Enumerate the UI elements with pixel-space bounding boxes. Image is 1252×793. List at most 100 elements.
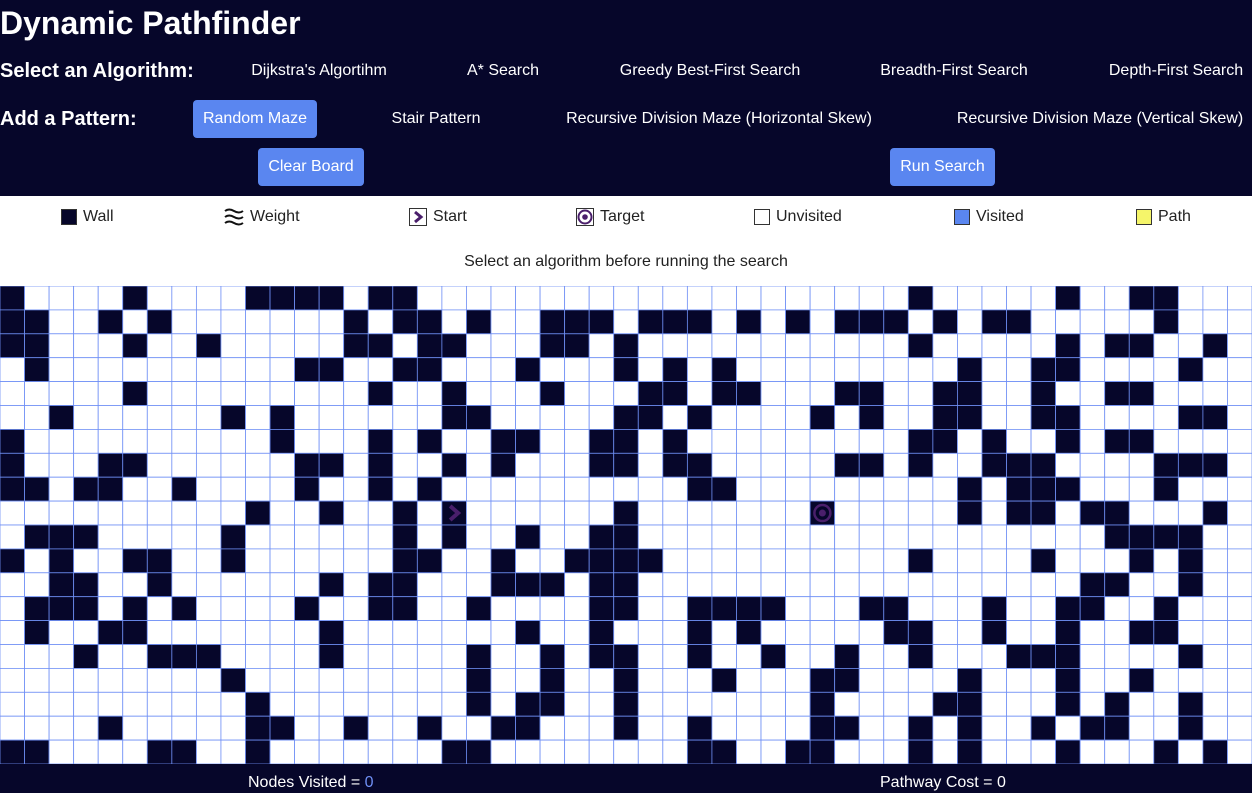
unvisited-cell[interactable] — [662, 572, 688, 598]
unvisited-cell[interactable] — [858, 500, 885, 526]
unvisited-cell[interactable] — [318, 524, 345, 550]
unvisited-cell[interactable] — [736, 357, 762, 382]
unvisited-cell[interactable] — [245, 428, 271, 454]
unvisited-cell[interactable] — [0, 596, 25, 622]
unvisited-cell[interactable] — [441, 357, 467, 382]
unvisited-cell[interactable] — [1227, 596, 1252, 622]
unvisited-cell[interactable] — [515, 476, 541, 502]
unvisited-cell[interactable] — [367, 524, 394, 550]
unvisited-cell[interactable] — [294, 572, 320, 598]
wall-cell[interactable] — [515, 524, 541, 550]
wall-cell[interactable] — [539, 667, 566, 693]
unvisited-cell[interactable] — [564, 381, 590, 406]
wall-cell[interactable] — [686, 715, 713, 741]
unvisited-cell[interactable] — [490, 309, 516, 335]
unvisited-cell[interactable] — [1227, 405, 1252, 430]
wall-cell[interactable] — [588, 596, 615, 622]
wall-cell[interactable] — [97, 620, 124, 645]
wall-cell[interactable] — [122, 452, 148, 478]
unvisited-cell[interactable] — [269, 739, 295, 764]
unvisited-cell[interactable] — [785, 667, 811, 693]
unvisited-cell[interactable] — [932, 333, 958, 359]
unvisited-cell[interactable] — [957, 620, 983, 645]
unvisited-cell[interactable] — [932, 620, 958, 645]
unvisited-cell[interactable] — [858, 644, 885, 669]
unvisited-cell[interactable] — [73, 309, 99, 335]
unvisited-cell[interactable] — [146, 286, 173, 311]
wall-cell[interactable] — [318, 452, 345, 478]
unvisited-cell[interactable] — [1030, 286, 1057, 311]
wall-cell[interactable] — [1104, 381, 1130, 406]
unvisited-cell[interactable] — [245, 381, 271, 406]
unvisited-cell[interactable] — [1202, 476, 1228, 502]
unvisited-cell[interactable] — [146, 476, 173, 502]
wall-cell[interactable] — [367, 572, 394, 598]
unvisited-cell[interactable] — [539, 548, 566, 574]
wall-cell[interactable] — [0, 309, 25, 335]
wall-cell[interactable] — [367, 428, 394, 454]
unvisited-cell[interactable] — [637, 667, 664, 693]
wall-cell[interactable] — [441, 405, 467, 430]
unvisited-cell[interactable] — [932, 476, 958, 502]
wall-cell[interactable] — [392, 596, 418, 622]
unvisited-cell[interactable] — [539, 405, 566, 430]
wall-cell[interactable] — [1177, 572, 1204, 598]
unvisited-cell[interactable] — [392, 405, 418, 430]
wall-cell[interactable] — [122, 286, 148, 311]
unvisited-cell[interactable] — [367, 548, 394, 574]
unvisited-cell[interactable] — [686, 524, 713, 550]
unvisited-cell[interactable] — [1006, 620, 1032, 645]
wall-cell[interactable] — [392, 524, 418, 550]
unvisited-cell[interactable] — [662, 667, 688, 693]
wall-cell[interactable] — [0, 476, 25, 502]
wall-cell[interactable] — [785, 739, 811, 764]
unvisited-cell[interactable] — [343, 524, 369, 550]
unvisited-cell[interactable] — [490, 500, 516, 526]
unvisited-cell[interactable] — [269, 644, 295, 669]
unvisited-cell[interactable] — [637, 691, 664, 717]
unvisited-cell[interactable] — [711, 620, 737, 645]
unvisited-cell[interactable] — [1128, 500, 1155, 526]
wall-cell[interactable] — [1030, 548, 1057, 574]
unvisited-cell[interactable] — [785, 286, 811, 311]
unvisited-cell[interactable] — [907, 691, 934, 717]
wall-cell[interactable] — [1104, 500, 1130, 526]
wall-cell[interactable] — [1079, 500, 1106, 526]
wall-cell[interactable] — [515, 715, 541, 741]
unvisited-cell[interactable] — [367, 644, 394, 669]
unvisited-cell[interactable] — [1006, 739, 1032, 764]
unvisited-cell[interactable] — [171, 405, 197, 430]
unvisited-cell[interactable] — [613, 286, 639, 311]
unvisited-cell[interactable] — [441, 428, 467, 454]
wall-cell[interactable] — [662, 357, 688, 382]
unvisited-cell[interactable] — [1202, 644, 1228, 669]
unvisited-cell[interactable] — [171, 452, 197, 478]
unvisited-cell[interactable] — [318, 405, 345, 430]
wall-cell[interactable] — [122, 548, 148, 574]
wall-cell[interactable] — [1128, 667, 1155, 693]
unvisited-cell[interactable] — [466, 333, 492, 359]
unvisited-cell[interactable] — [809, 644, 836, 669]
unvisited-cell[interactable] — [1006, 667, 1032, 693]
wall-cell[interactable] — [711, 739, 737, 764]
unvisited-cell[interactable] — [662, 524, 688, 550]
wall-cell[interactable] — [1202, 739, 1228, 764]
unvisited-cell[interactable] — [1079, 739, 1106, 764]
unvisited-cell[interactable] — [1202, 309, 1228, 335]
unvisited-cell[interactable] — [24, 667, 50, 693]
wall-cell[interactable] — [392, 286, 418, 311]
wall-cell[interactable] — [1055, 667, 1081, 693]
wall-cell[interactable] — [24, 739, 50, 764]
unvisited-cell[interactable] — [441, 476, 467, 502]
unvisited-cell[interactable] — [490, 524, 516, 550]
unvisited-cell[interactable] — [1006, 381, 1032, 406]
unvisited-cell[interactable] — [220, 596, 246, 622]
unvisited-cell[interactable] — [466, 452, 492, 478]
wall-cell[interactable] — [613, 572, 639, 598]
unvisited-cell[interactable] — [48, 644, 75, 669]
algorithm-dijkstra[interactable]: Dijkstra's Algortihm — [251, 62, 387, 80]
unvisited-cell[interactable] — [785, 548, 811, 574]
wall-cell[interactable] — [392, 309, 418, 335]
wall-cell[interactable] — [466, 739, 492, 764]
wall-cell[interactable] — [686, 620, 713, 645]
